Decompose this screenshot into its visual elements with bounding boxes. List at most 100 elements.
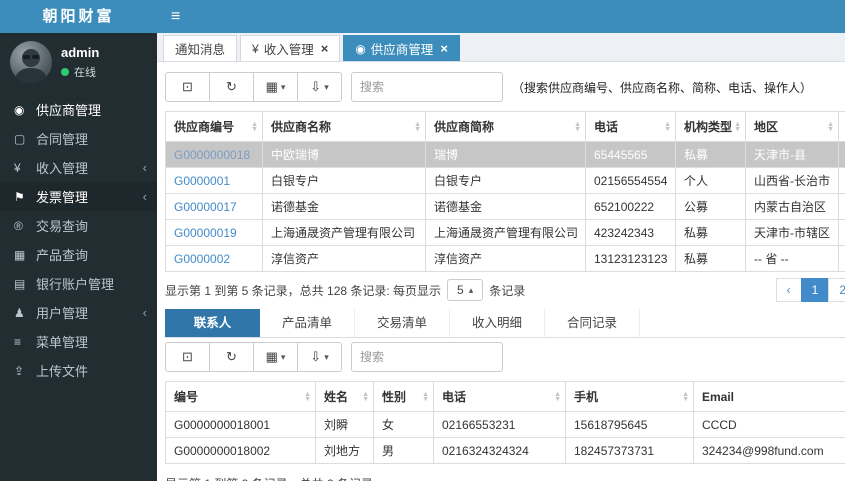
sort-icon[interactable]: ▲ ▼: [682, 391, 689, 403]
column-header[interactable]: 电话 ▲ ▼: [585, 111, 676, 142]
sidebar-item-upload-file[interactable]: ⇪ 上传文件: [0, 356, 157, 385]
tab-notifications[interactable]: 通知消息: [163, 35, 238, 61]
refresh-button[interactable]: ↻: [209, 72, 254, 102]
sort-icon[interactable]: ▲ ▼: [554, 391, 561, 403]
column-header[interactable]: 姓名 ▲ ▼: [315, 381, 374, 412]
sidebar-item-income-management[interactable]: ¥ 收入管理 ‹: [0, 153, 157, 182]
sort-icon[interactable]: ▲ ▼: [304, 391, 311, 403]
sidebar-item-user-management[interactable]: ♟ 用户管理 ‹: [0, 298, 157, 327]
detail-view-button[interactable]: ⊡: [165, 72, 210, 102]
column-header[interactable]: 性别 ▲ ▼: [373, 381, 434, 412]
cell: 淳信资产: [425, 245, 586, 272]
column-header[interactable]: 编号 ▲ ▼: [165, 381, 316, 412]
table-row[interactable]: G00000017诺德基金诺德基金652100222公募内蒙古自治区admin: [165, 193, 845, 220]
table-row[interactable]: G0000000018001 刘瞬女 02166553231 15618795645 C…: [165, 411, 845, 438]
column-header[interactable]: 供应商名称 ▲ ▼: [262, 111, 426, 142]
sidebar-item-menu-management[interactable]: ≡ 菜单管理: [0, 327, 157, 356]
column-label: 地区: [754, 120, 779, 134]
page-1-page-button[interactable]: 1: [800, 278, 830, 302]
detail-tab-product-list[interactable]: 产品清单: [260, 309, 355, 337]
supplier-id-link[interactable]: G0000002: [174, 252, 230, 266]
cell: 182457373731: [565, 437, 694, 464]
sidebar-item-contract-management[interactable]: ▢ 合同管理: [0, 124, 157, 153]
contacts-search-input[interactable]: [351, 342, 503, 372]
cell: admin: [838, 141, 845, 168]
table-row[interactable]: G0000000018 中欧瑞博瑞博65445565私募天津市-县admin: [165, 141, 845, 168]
sort-down-icon: ▼: [362, 395, 369, 403]
sidebar-item-bank-account-management[interactable]: ▤ 银行账户管理: [0, 269, 157, 298]
sort-icon[interactable]: ▲ ▼: [664, 121, 671, 133]
sort-icon[interactable]: ▲ ▼: [362, 391, 369, 403]
upload-icon: ⇪: [14, 363, 25, 378]
close-icon[interactable]: ×: [440, 41, 448, 56]
sidebar-item-label: 供应商管理: [36, 103, 102, 118]
supplier-search-input[interactable]: [351, 72, 503, 102]
cell: 324234@998fund.com: [693, 437, 845, 464]
avatar: [10, 41, 52, 83]
column-header[interactable]: 供应商简称 ▲ ▼: [425, 111, 586, 142]
app-window: 朝阳财富 admin 在线 ◉ 供应商管理 ▢ 合同管理 ¥ 收入管理 ‹ ⚑ 发票管理 ‹ ® 交易…: [0, 0, 845, 481]
detail-tab-income-detail[interactable]: 收入明细: [450, 309, 545, 337]
cell: 13123123123: [585, 245, 676, 272]
sidebar-item-supplier-management[interactable]: ◉ 供应商管理: [0, 95, 157, 124]
detail-tab-contract-records[interactable]: 合同记录: [545, 309, 640, 337]
tab-supplier-management[interactable]: ◉ 供应商管理 ×: [343, 35, 460, 61]
column-header[interactable]: 供应商编号 ▲ ▼: [165, 111, 263, 142]
refresh-button[interactable]: ↻: [209, 342, 254, 372]
column-header[interactable]: 手机 ▲ ▼: [565, 381, 694, 412]
online-dot-icon: [61, 67, 69, 76]
sort-down-icon: ▼: [422, 395, 429, 403]
column-label: 编号: [174, 390, 199, 404]
detail-view-button[interactable]: ⊡: [165, 342, 210, 372]
contacts-pagination-info: 显示第 1 到第 2 条记录，总共 2 条记录:: [165, 475, 845, 481]
app-logo[interactable]: 朝阳财富: [0, 0, 157, 33]
sort-icon[interactable]: ▲ ▼: [414, 121, 421, 133]
table-row[interactable]: G00000019 上海通晟资产管理有限公司 上海通晟资产管理有限公司 4232423…: [165, 219, 845, 246]
close-icon[interactable]: ×: [321, 41, 329, 56]
columns-button[interactable]: ▦ ▾: [253, 342, 298, 372]
page-size-select[interactable]: 5 ▴: [447, 279, 484, 301]
columns-button[interactable]: ▦ ▾: [253, 72, 298, 102]
detail-tab-contacts[interactable]: 联系人: [165, 309, 260, 337]
table-row[interactable]: G0000001白银专户白银专户02156554554个人山西省-长治市admi…: [165, 167, 845, 194]
column-label: 电话: [442, 390, 467, 404]
page-2-page-button[interactable]: 2: [828, 278, 845, 302]
sidebar-item-invoice-management[interactable]: ⚑ 发票管理 ‹: [0, 182, 157, 211]
table-row[interactable]: G0000000018002 刘地方男 0216324324324 182457373…: [165, 437, 845, 464]
user-status[interactable]: 在线: [61, 64, 99, 80]
table-row[interactable]: G0000002淳信资产淳信资产13123123123私募-- 省 --admi…: [165, 245, 845, 272]
column-header[interactable]: 操作人▲▼: [838, 111, 845, 142]
supplier-id-link[interactable]: G0000000018: [174, 148, 250, 162]
sort-icon[interactable]: ▲ ▼: [734, 121, 741, 133]
supplier-id-link[interactable]: G0000001: [174, 174, 230, 188]
refresh-icon: ↻: [226, 349, 237, 364]
tab-income-management[interactable]: ¥ 收入管理 ×: [240, 35, 341, 61]
search-hint: （搜索供应商编号、供应商名称、简称、电话、操作人）: [512, 80, 813, 95]
supplier-id-link[interactable]: G00000017: [174, 200, 237, 214]
column-label: 供应商名称: [271, 120, 332, 134]
sidebar-item-label: 菜单管理: [36, 335, 89, 350]
column-header[interactable]: 机构类型 ▲ ▼: [675, 111, 746, 142]
column-header[interactable]: 地区 ▲ ▼: [745, 111, 839, 142]
sidebar-item-label: 收入管理: [36, 161, 89, 176]
sort-icon[interactable]: ▲ ▼: [827, 121, 834, 133]
detail-tab-transaction-list[interactable]: 交易清单: [355, 309, 450, 337]
contract-icon: ▢: [14, 131, 26, 146]
sort-icon[interactable]: ▲ ▼: [574, 121, 581, 133]
sort-icon[interactable]: ▲ ▼: [422, 391, 429, 403]
sidebar-item-label: 产品查询: [36, 248, 89, 263]
cell: 私募: [675, 219, 746, 246]
export-button[interactable]: ⇩ ▾: [297, 342, 342, 372]
cell: 私募: [675, 141, 746, 168]
sort-down-icon: ▼: [827, 125, 834, 133]
supplier-id-link[interactable]: G00000019: [174, 226, 237, 240]
hamburger-icon[interactable]: ≡: [157, 8, 194, 26]
sidebar-item-product-query[interactable]: ▦ 产品查询: [0, 240, 157, 269]
person-icon: ♟: [14, 305, 25, 320]
sort-icon[interactable]: ▲ ▼: [251, 121, 258, 133]
sidebar-item-transaction-query[interactable]: ® 交易查询: [0, 211, 157, 240]
column-header[interactable]: Email: [693, 381, 845, 412]
prev-page-button[interactable]: ‹: [775, 278, 802, 302]
column-header[interactable]: 电话 ▲ ▼: [433, 381, 566, 412]
export-button[interactable]: ⇩ ▾: [297, 72, 342, 102]
